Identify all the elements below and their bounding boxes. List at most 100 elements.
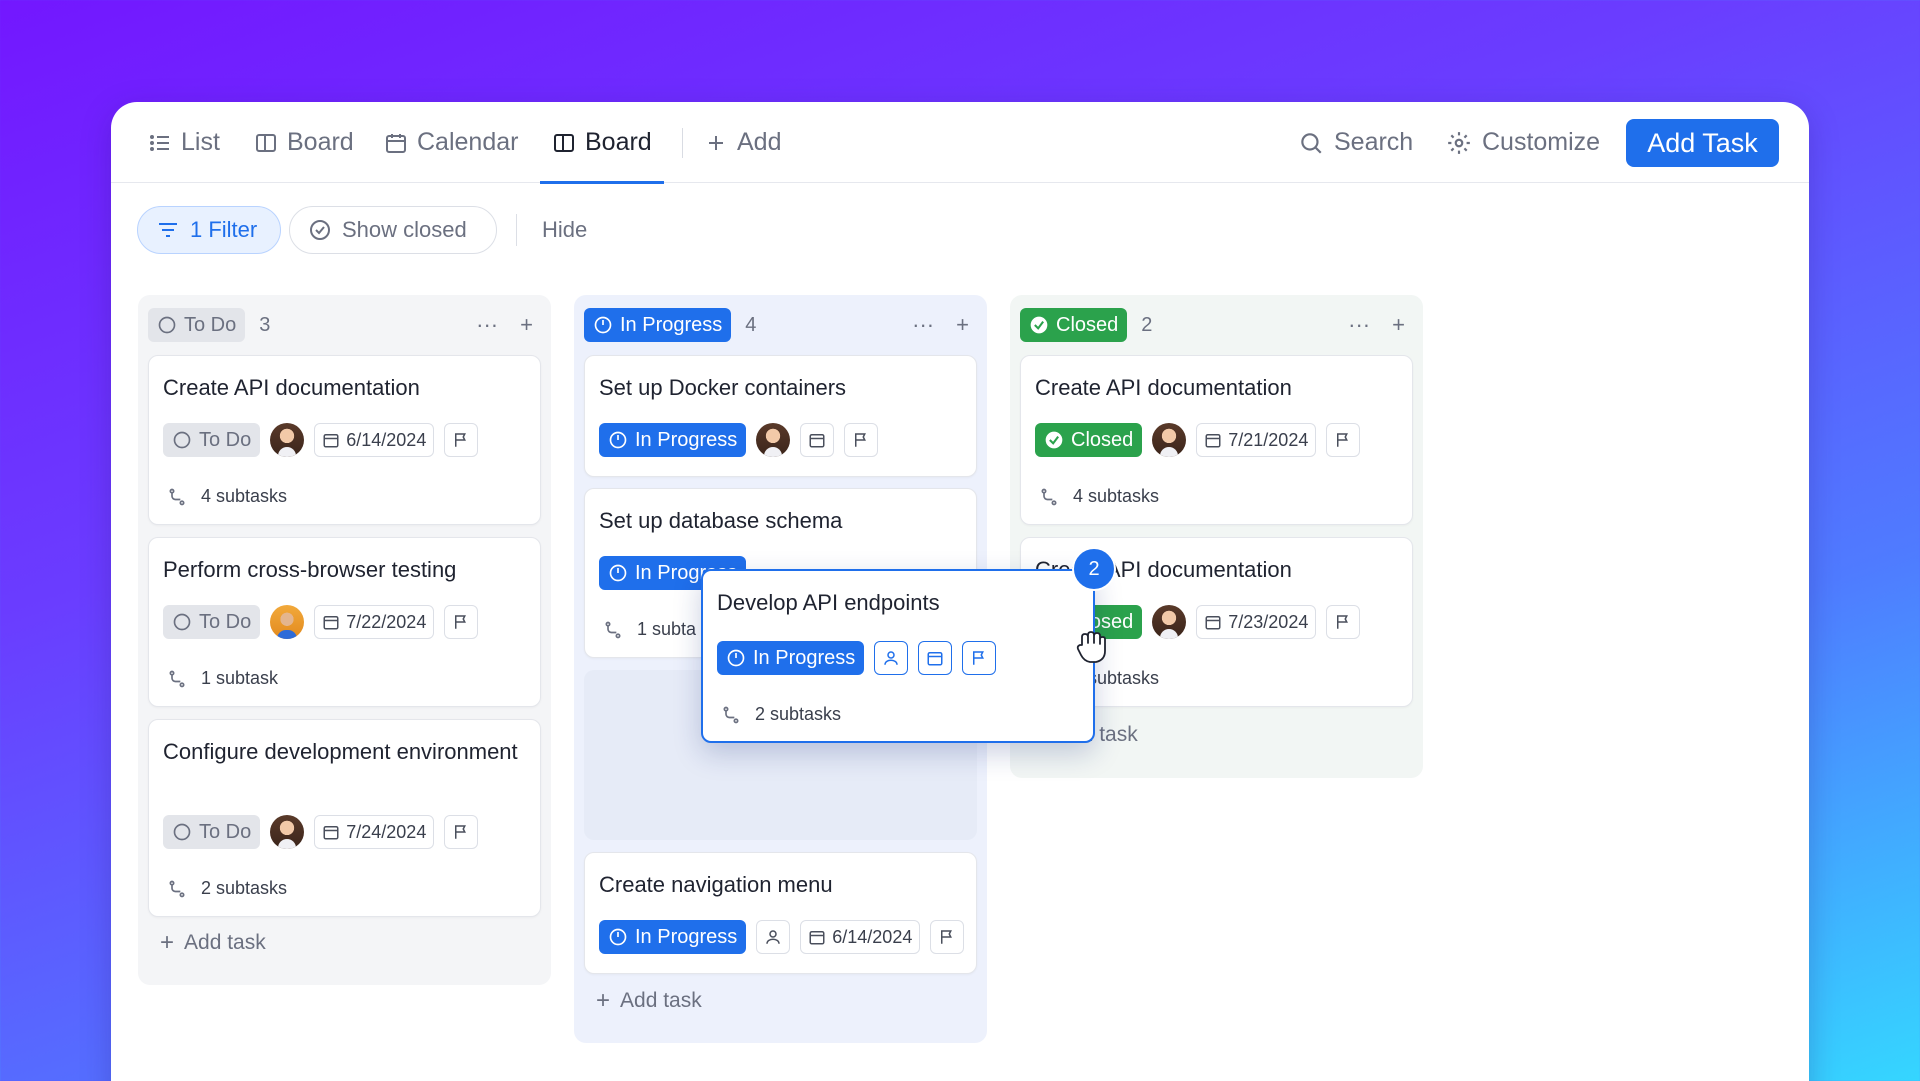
- column-header: In Progress 4 ··· +: [584, 307, 977, 343]
- more-options-icon[interactable]: ···: [912, 314, 934, 336]
- status-badge[interactable]: In Progress: [599, 423, 747, 457]
- assignee-chip[interactable]: [756, 920, 791, 954]
- flag-icon: [1337, 433, 1349, 447]
- add-card-icon[interactable]: +: [1392, 314, 1405, 336]
- status-badge[interactable]: In Progress: [717, 641, 865, 675]
- subtasks-row[interactable]: 2 subtasks: [721, 704, 841, 725]
- priority-chip[interactable]: [1326, 605, 1361, 639]
- priority-chip[interactable]: [844, 423, 879, 457]
- priority-chip[interactable]: [444, 423, 479, 457]
- tab-add-view[interactable]: Add: [704, 102, 781, 183]
- task-card[interactable]: Create API documentation To Do 6/14/2024…: [148, 355, 541, 525]
- show-closed-toggle[interactable]: Show closed: [289, 206, 497, 254]
- status-badge[interactable]: To Do: [163, 815, 261, 849]
- search-button[interactable]: Search: [1298, 102, 1413, 183]
- calendar-icon: [927, 652, 943, 666]
- customize-button[interactable]: Customize: [1446, 102, 1600, 183]
- priority-chip[interactable]: [444, 605, 479, 639]
- subtasks-row[interactable]: 2 subtasks: [167, 878, 287, 899]
- status-label: In Progress: [635, 428, 738, 451]
- list-icon: [150, 134, 169, 151]
- more-options-icon[interactable]: ···: [1348, 314, 1370, 336]
- column-count: 4: [745, 313, 757, 336]
- subtasks-row[interactable]: 4 subtasks: [1039, 486, 1159, 507]
- subtask-icon: [723, 706, 739, 723]
- search-label: Search: [1334, 128, 1414, 156]
- hide-button[interactable]: Hide: [542, 206, 587, 254]
- status-badge[interactable]: Closed: [1035, 423, 1143, 457]
- subtasks-label: 2 subtasks: [755, 704, 842, 724]
- subtask-icon: [1041, 488, 1057, 505]
- task-card[interactable]: Configure development environment To Do …: [148, 719, 541, 917]
- due-date-chip[interactable]: 7/21/2024: [1196, 423, 1317, 457]
- check-circle-icon: [1030, 316, 1048, 334]
- avatar[interactable]: [1152, 605, 1187, 639]
- in-progress-status-icon: [727, 649, 745, 667]
- status-label: In Progress: [753, 646, 856, 669]
- due-date: 7/21/2024: [1228, 429, 1309, 450]
- task-card[interactable]: Perform cross-browser testing To Do 7/22…: [148, 537, 541, 707]
- add-task-row[interactable]: + Add task: [596, 987, 702, 1015]
- dragging-task-card[interactable]: Develop API endpoints In Progress 2 subt…: [701, 569, 1095, 743]
- status-label: To Do: [199, 820, 252, 843]
- grab-cursor-icon: [1076, 631, 1106, 663]
- priority-chip[interactable]: [962, 641, 997, 675]
- status-label: In Progress: [635, 925, 738, 948]
- task-card[interactable]: Create API documentation Closed 7/21/202…: [1020, 355, 1413, 525]
- tab-calendar[interactable]: Calendar: [384, 102, 518, 183]
- add-card-icon[interactable]: +: [956, 314, 969, 336]
- add-task-button[interactable]: Add Task: [1626, 119, 1779, 167]
- status-badge[interactable]: Closed: [1020, 308, 1128, 342]
- task-card[interactable]: Create navigation menu In Progress 6/14/…: [584, 852, 977, 974]
- priority-chip[interactable]: [444, 815, 479, 849]
- avatar[interactable]: [756, 423, 791, 457]
- due-date-chip[interactable]: 7/24/2024: [314, 815, 435, 849]
- todo-status-icon: [173, 613, 191, 631]
- due-date-chip[interactable]: 6/14/2024: [314, 423, 435, 457]
- calendar-icon: [1205, 434, 1221, 448]
- due-date-chip[interactable]: 7/23/2024: [1196, 605, 1317, 639]
- tab-list-label: List: [181, 128, 220, 156]
- add-task-label: Add task: [620, 989, 702, 1012]
- tab-board-active[interactable]: Board: [540, 102, 664, 184]
- filter-button[interactable]: 1 Filter: [137, 206, 281, 254]
- priority-chip[interactable]: [1326, 423, 1361, 457]
- task-card[interactable]: Set up Docker containers In Progress: [584, 355, 977, 477]
- due-date-chip[interactable]: [800, 423, 835, 457]
- avatar[interactable]: [270, 815, 305, 849]
- status-badge[interactable]: To Do: [163, 605, 261, 639]
- add-card-icon[interactable]: +: [520, 314, 533, 336]
- status-badge[interactable]: To Do: [148, 308, 246, 342]
- due-date-chip[interactable]: 7/22/2024: [314, 605, 435, 639]
- subtasks-row[interactable]: 1 subtask: [167, 668, 278, 689]
- more-options-icon[interactable]: ···: [476, 314, 498, 336]
- status-badge[interactable]: To Do: [163, 423, 261, 457]
- status-badge[interactable]: In Progress: [599, 920, 747, 954]
- add-task-row[interactable]: + Add task: [160, 929, 266, 957]
- tab-board[interactable]: Board: [254, 102, 354, 183]
- subtasks-row[interactable]: 1 subta: [603, 619, 696, 640]
- in-progress-status-icon: [609, 564, 627, 582]
- assignee-chip[interactable]: [874, 641, 909, 675]
- plus-icon: +: [160, 929, 175, 956]
- card-title: Set up Docker containers: [599, 375, 847, 400]
- status-badge[interactable]: In Progress: [584, 308, 732, 342]
- show-closed-label: Show closed: [342, 217, 467, 242]
- flag-icon: [855, 433, 867, 447]
- column-count: 3: [259, 313, 271, 336]
- priority-chip[interactable]: [930, 920, 965, 954]
- todo-status-icon: [173, 823, 191, 841]
- due-date-chip[interactable]: [918, 641, 953, 675]
- tab-list[interactable]: List: [148, 102, 220, 183]
- user-icon: [884, 651, 899, 665]
- avatar[interactable]: [1152, 423, 1187, 457]
- subtasks-row[interactable]: 4 subtasks: [167, 486, 287, 507]
- plus-icon: +: [596, 987, 611, 1014]
- avatar[interactable]: [270, 423, 305, 457]
- column-header: Closed 2 ··· +: [1020, 307, 1413, 343]
- tab-add-label: Add: [737, 128, 782, 156]
- avatar[interactable]: [270, 605, 305, 639]
- card-title: Perform cross-browser testing: [163, 557, 457, 582]
- card-title: Set up database schema: [599, 508, 843, 533]
- due-date-chip[interactable]: 6/14/2024: [800, 920, 921, 954]
